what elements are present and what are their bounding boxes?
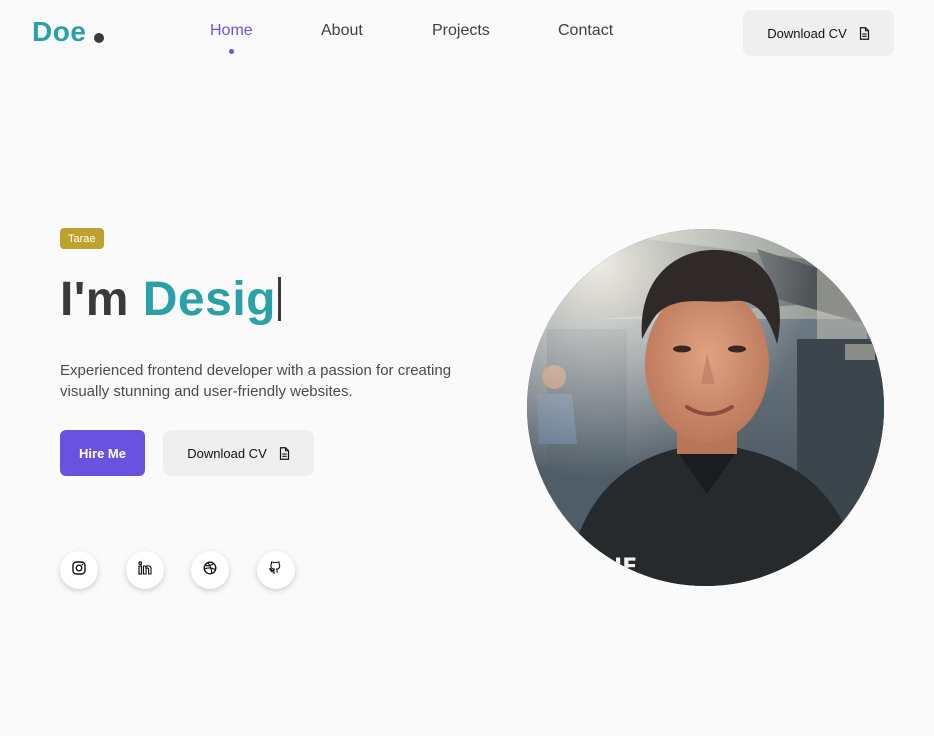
nav-contact-label: Contact [558, 22, 614, 39]
instagram-link[interactable] [60, 551, 98, 589]
download-cv-header-button[interactable]: Download CV [743, 10, 894, 56]
download-cv-label: Download CV [187, 445, 267, 461]
svg-text:AJF: AJF [597, 555, 637, 580]
typing-caret [277, 277, 281, 321]
nav-about[interactable]: About [321, 22, 363, 40]
github-icon [269, 560, 283, 580]
profile-photo-graphic: AJF [527, 229, 884, 586]
github-link[interactable] [257, 551, 295, 589]
active-indicator [229, 49, 235, 54]
nav-home-label: Home [210, 22, 253, 39]
document-icon [859, 26, 870, 40]
linkedin-icon [138, 560, 152, 580]
dribbble-link[interactable] [191, 551, 229, 589]
nav-home[interactable]: Home [210, 22, 253, 54]
linkedin-link[interactable] [126, 551, 164, 589]
download-cv-header-label: Download CV [767, 25, 847, 41]
hero-headline: I'm Desig [60, 272, 281, 327]
document-icon [279, 446, 290, 460]
instagram-icon [72, 560, 86, 580]
profile-photo: AJF [527, 229, 884, 586]
download-cv-button[interactable]: Download CV [163, 430, 314, 476]
dribbble-icon [203, 561, 217, 580]
headline-typed-role: Desig [142, 273, 276, 326]
page: Doe Home About Projects Contact Download… [0, 0, 934, 736]
nav-contact[interactable]: Contact [558, 22, 613, 40]
nav-about-label: About [321, 22, 363, 39]
badge-text: Tarae [68, 232, 96, 245]
hire-me-button[interactable]: Hire Me [60, 430, 145, 476]
name-badge: Tarae [60, 228, 104, 249]
nav-projects-label: Projects [432, 22, 490, 39]
nav-projects[interactable]: Projects [432, 22, 490, 40]
hero-description: Experienced frontend developer with a pa… [60, 362, 452, 400]
headline-prefix: I'm [60, 273, 143, 326]
